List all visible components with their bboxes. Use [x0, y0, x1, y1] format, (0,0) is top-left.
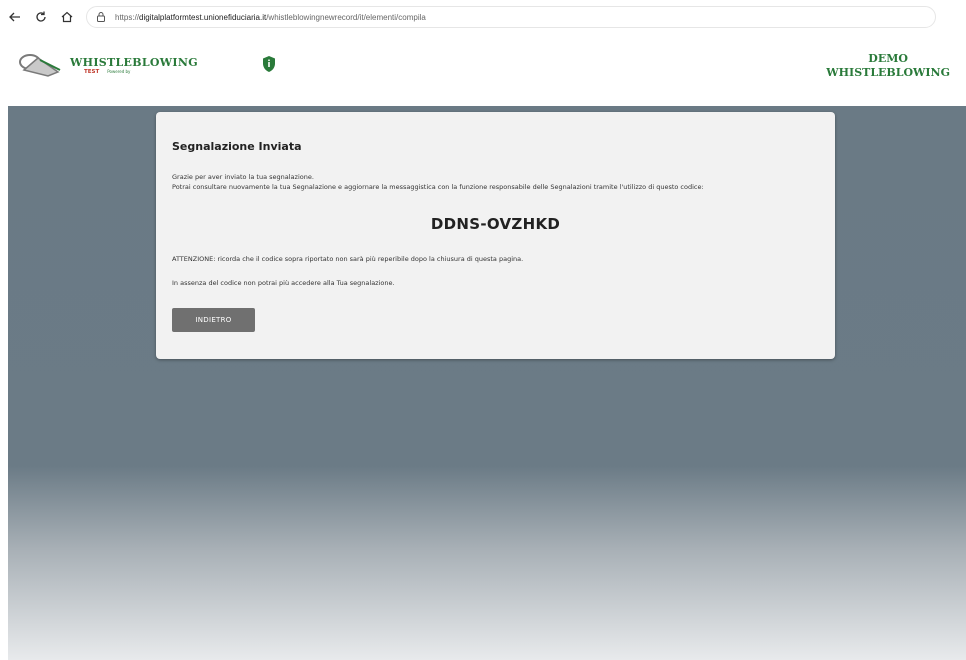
address-bar[interactable]: https://digitalplatformtest.unionefiduci…	[86, 6, 936, 28]
whistle-logo-icon	[19, 54, 61, 77]
shield-icon	[263, 56, 275, 72]
browser-toolbar: https://digitalplatformtest.unionefiduci…	[0, 0, 966, 34]
url-host: digitalplatformtest.unionefiduciaria.it	[139, 12, 267, 22]
note-text: In assenza del codice non potrai più acc…	[172, 279, 395, 287]
reload-icon[interactable]	[30, 6, 52, 28]
back-button[interactable]: INDIETRO	[172, 308, 255, 332]
report-code: DDNS-OVZHKD	[430, 215, 561, 233]
back-arrow-icon[interactable]	[4, 6, 26, 28]
home-icon[interactable]	[56, 6, 78, 28]
url-path: /whistleblowingnewrecord/it/elementi/com…	[266, 12, 426, 22]
url-prefix: https://	[115, 12, 140, 22]
logo-title: WHISTLEBLOWING	[70, 55, 198, 69]
logo-test-label: TEST	[84, 68, 100, 75]
card-title: Segnalazione Inviata	[172, 140, 302, 153]
warning-text: ATTENZIONE: ricorda che il codice sopra …	[172, 255, 524, 263]
instructions-text: Potrai consultare nuovamente la tua Segn…	[172, 183, 704, 191]
demo-title-line2: WHISTLEBLOWING	[826, 66, 950, 79]
demo-title: DEMO WHISTLEBLOWING	[826, 52, 950, 80]
app-header: WHISTLEBLOWING TEST Powered by DEMO WHIS…	[0, 34, 966, 106]
thanks-text: Grazie per aver inviato la tua segnalazi…	[172, 173, 314, 181]
demo-title-line1: DEMO	[868, 52, 908, 65]
whistleblowing-logo[interactable]: WHISTLEBLOWING TEST Powered by	[18, 52, 198, 78]
lock-icon	[97, 12, 105, 22]
confirmation-card: Segnalazione Inviata Grazie per aver inv…	[156, 112, 835, 359]
logo-powered-label: Powered by	[107, 69, 131, 74]
